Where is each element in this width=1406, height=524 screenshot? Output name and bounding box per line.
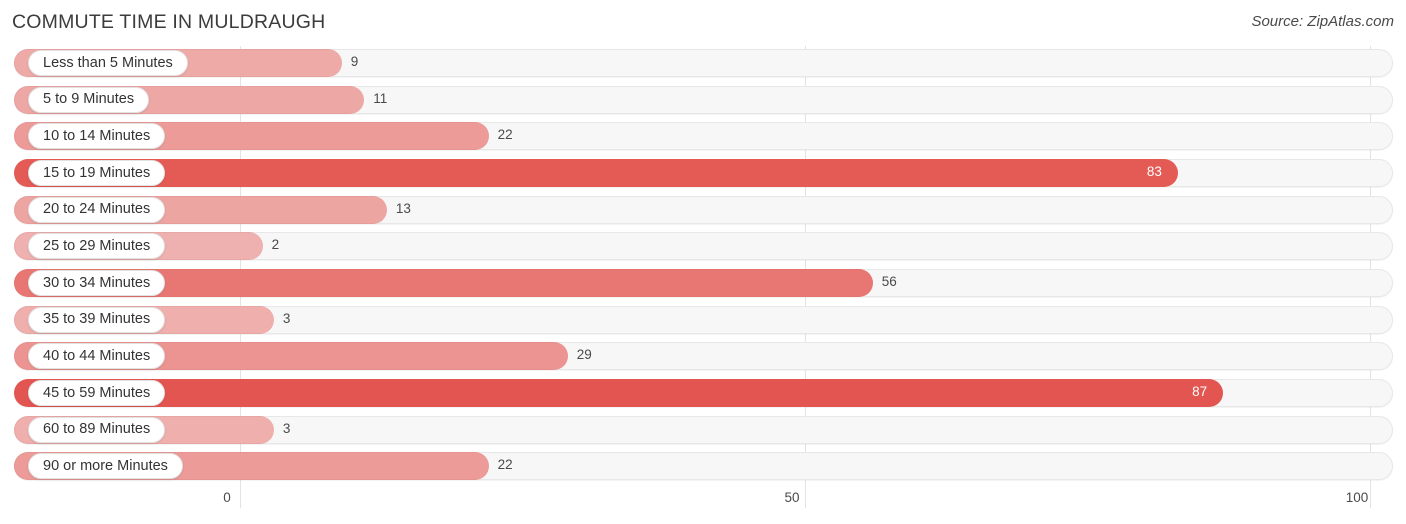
bar-row[interactable]: 3 60 to 89 Minutes	[0, 413, 1406, 450]
category-label-text: 60 to 89 Minutes	[43, 421, 151, 438]
tick-mark-100	[1370, 486, 1371, 508]
bar-value-label: 3	[282, 420, 291, 436]
category-label-pill[interactable]: Less than 5 Minutes	[28, 50, 188, 76]
bar-row[interactable]: 22 90 or more Minutes	[0, 449, 1406, 486]
value-bar[interactable]	[14, 159, 1178, 187]
bar-value-label: 9	[350, 54, 359, 69]
bar-value-label: 29	[576, 347, 592, 363]
x-axis: 0 50 100	[0, 486, 1406, 524]
plot-area: 9 Less than 5 Minutes 11 5 to 9 Minutes 22 10…	[0, 46, 1406, 486]
category-label-text: 20 to 24 Minutes	[43, 201, 151, 218]
category-label-text: 25 to 29 Minutes	[43, 238, 151, 255]
category-label-text: 35 to 39 Minutes	[43, 311, 151, 328]
category-label-pill[interactable]: 5 to 9 Minutes	[28, 86, 150, 113]
bar-row[interactable]: 87 45 to 59 Minutes	[0, 376, 1406, 413]
tick-label-50: 50	[784, 490, 800, 505]
category-label-pill[interactable]: 20 to 24 Minutes	[28, 196, 166, 223]
bar-row[interactable]: 56 30 to 34 Minutes	[0, 266, 1406, 303]
bar-value-label: 56	[881, 274, 897, 289]
category-label-pill[interactable]: 35 to 39 Minutes	[28, 306, 166, 333]
bar-value-label: 87	[1192, 384, 1208, 399]
category-label-text: 40 to 44 Minutes	[43, 348, 151, 365]
source-attribution: Source: ZipAtlas.com	[1251, 13, 1394, 30]
category-label-text: 90 or more Minutes	[43, 458, 168, 475]
bar-value-label: 13	[395, 200, 411, 216]
category-label-text: 15 to 19 Minutes	[43, 164, 151, 181]
value-bar[interactable]	[14, 379, 1224, 407]
bar-row[interactable]: 3 35 to 39 Minutes	[0, 303, 1406, 340]
category-label-pill[interactable]: 60 to 89 Minutes	[28, 416, 166, 443]
bar-value-label: 11	[373, 90, 388, 106]
bar-row[interactable]: 29 40 to 44 Minutes	[0, 339, 1406, 376]
category-label-pill[interactable]: 15 to 19 Minutes	[28, 160, 166, 186]
category-label-text: 5 to 9 Minutes	[43, 91, 135, 108]
page-title: COMMUTE TIME IN MULDRAUGH	[12, 11, 326, 33]
category-label-pill[interactable]: 40 to 44 Minutes	[28, 343, 166, 370]
tick-label-0: 0	[223, 490, 231, 505]
bar-value-label: 83	[1146, 164, 1162, 179]
category-label-text: 45 to 59 Minutes	[43, 384, 151, 401]
bar-value-label: 22	[497, 127, 513, 143]
bar-value-label: 3	[282, 310, 291, 326]
bar-row[interactable]: 83 15 to 19 Minutes	[0, 156, 1406, 193]
bar-row[interactable]: 22 10 to 14 Minutes	[0, 119, 1406, 156]
bar-row[interactable]: 13 20 to 24 Minutes	[0, 193, 1406, 230]
category-label-pill[interactable]: 25 to 29 Minutes	[28, 233, 166, 260]
chart-header: COMMUTE TIME IN MULDRAUGH Source: ZipAtl…	[0, 0, 1406, 46]
bar-value-label: 2	[271, 237, 280, 253]
bar-rows: 9 Less than 5 Minutes 11 5 to 9 Minutes 22 10…	[0, 46, 1406, 486]
tick-mark-50	[805, 486, 806, 508]
category-label-text: 10 to 14 Minutes	[43, 128, 151, 145]
bar-row[interactable]: 2 25 to 29 Minutes	[0, 229, 1406, 266]
category-label-pill[interactable]: 30 to 34 Minutes	[28, 270, 166, 296]
bar-row[interactable]: 9 Less than 5 Minutes	[0, 46, 1406, 83]
category-label-text: 30 to 34 Minutes	[43, 274, 151, 291]
tick-mark-0	[240, 486, 241, 508]
category-label-text: Less than 5 Minutes	[43, 54, 173, 71]
bar-row[interactable]: 11 5 to 9 Minutes	[0, 83, 1406, 120]
tick-label-100: 100	[1345, 490, 1369, 505]
category-label-pill[interactable]: 10 to 14 Minutes	[28, 123, 166, 150]
category-label-pill[interactable]: 90 or more Minutes	[28, 453, 183, 480]
bar-value-label: 22	[497, 457, 513, 473]
category-label-pill[interactable]: 45 to 59 Minutes	[28, 380, 166, 406]
